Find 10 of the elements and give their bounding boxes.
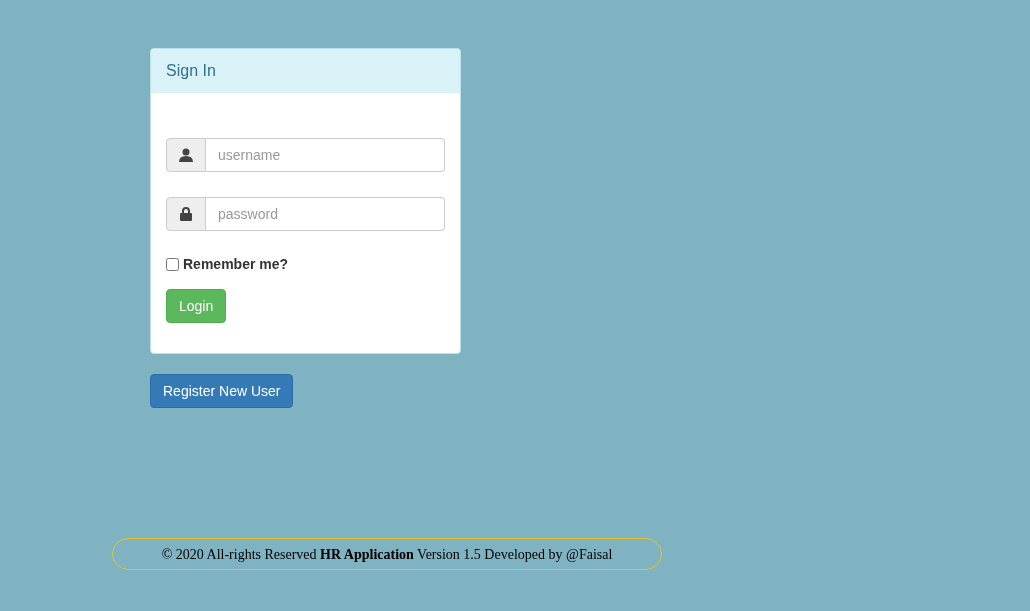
footer-text: © 2020 All-rights Reserved HR Application Version 1.5 Developed by @Faisal bbox=[161, 545, 613, 564]
lock-icon bbox=[180, 207, 192, 221]
remember-label: Remember me? bbox=[183, 255, 289, 274]
panel-title: Sign In bbox=[166, 61, 216, 81]
user-icon bbox=[179, 148, 193, 162]
login-button[interactable]: Login bbox=[166, 289, 227, 323]
input-field[interactable]: username bbox=[206, 138, 445, 172]
remember-checkbox[interactable] bbox=[166, 258, 179, 271]
input-field[interactable]: password bbox=[206, 197, 445, 231]
register-button[interactable]: Register New User bbox=[150, 374, 294, 408]
